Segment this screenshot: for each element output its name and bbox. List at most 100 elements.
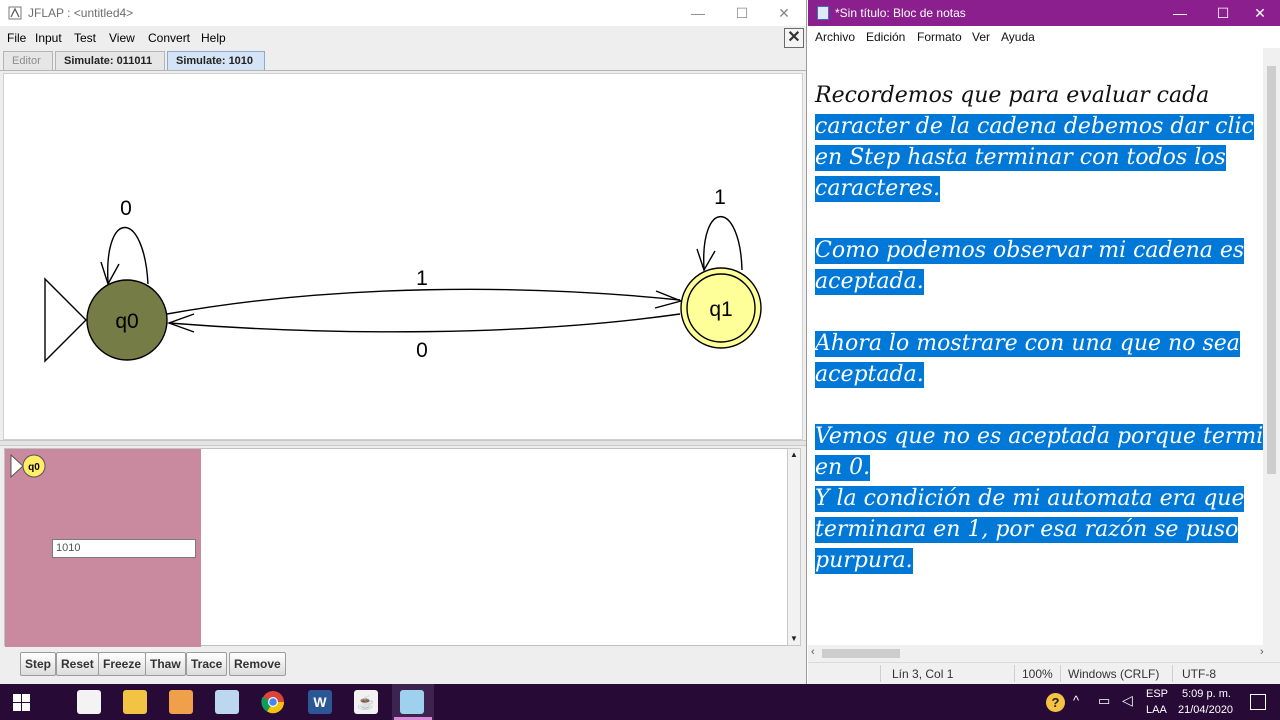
- menu-convert[interactable]: Convert: [148, 31, 190, 45]
- panel-splitter[interactable]: [0, 440, 806, 446]
- text-line: caracter de la cadena debemos dar clic: [815, 111, 1254, 142]
- jflap-window: JFLAP : <untitled4> — ☐ ✕ File Input Tes…: [0, 0, 807, 684]
- notepad-app-icon: [817, 6, 829, 20]
- text-line-content: Vemos que no es aceptada porque termina: [815, 424, 1263, 450]
- text-line: Ahora lo mostrare con una que no sea: [815, 328, 1240, 359]
- text-line-content: caracter de la cadena debemos dar clic: [815, 114, 1254, 140]
- text-line-content: Como podemos observar mi cadena es: [815, 238, 1245, 264]
- volume-icon[interactable]: ◁: [1122, 692, 1133, 709]
- state-q1-label: q1: [709, 298, 732, 321]
- language-indicator[interactable]: ESP: [1146, 688, 1168, 700]
- notepad-horizontal-scrollbar[interactable]: ‹ ›: [808, 645, 1280, 662]
- menu-formato[interactable]: Formato: [917, 30, 962, 44]
- close-window-button[interactable]: ✕: [1238, 0, 1280, 26]
- scroll-right-arrow-icon[interactable]: ›: [1260, 646, 1264, 658]
- text-line-content: caracteres.: [815, 176, 941, 202]
- text-line: aceptada.: [815, 359, 924, 390]
- reset-button[interactable]: Reset: [56, 652, 99, 676]
- notepad-vertical-scrollbar[interactable]: [1263, 48, 1280, 645]
- minimize-button[interactable]: —: [676, 0, 720, 26]
- trace-button[interactable]: Trace: [186, 652, 228, 676]
- horizontal-scroll-thumb[interactable]: [822, 649, 900, 658]
- config-state-icon: q0: [10, 454, 46, 479]
- status-divider: [880, 665, 881, 682]
- scroll-down-arrow-icon[interactable]: ▼: [788, 633, 800, 645]
- config-state-label: q0: [28, 462, 40, 473]
- menu-ver[interactable]: Ver: [972, 30, 990, 44]
- text-line: caracteres.: [815, 173, 941, 204]
- word-icon[interactable]: W: [308, 690, 332, 714]
- jflap-icon[interactable]: [400, 690, 424, 714]
- menu-test[interactable]: Test: [74, 31, 96, 45]
- menu-ayuda[interactable]: Ayuda: [1001, 30, 1035, 44]
- arrowhead-q0-q0: [100, 261, 120, 286]
- help-icon[interactable]: ?: [1046, 693, 1065, 712]
- minimize-button[interactable]: —: [1158, 0, 1202, 26]
- jflap-menu-bar: File Input Test View Convert Help: [0, 26, 806, 50]
- status-divider: [1060, 665, 1061, 682]
- notifications-icon[interactable]: [1250, 694, 1266, 710]
- text-line: terminara en 1, por esa razón se puso: [815, 514, 1239, 545]
- notepad-text-area[interactable]: Recordemos que para evaluar cada caracte…: [808, 48, 1263, 645]
- status-divider: [1172, 665, 1173, 682]
- maximize-button[interactable]: ☐: [720, 0, 764, 26]
- menu-edicion[interactable]: Edición: [866, 30, 905, 44]
- text-line: en Step hasta terminar con todos los: [815, 142, 1226, 173]
- encoding: UTF-8: [1182, 667, 1216, 681]
- configuration-box[interactable]: q0 1010: [5, 449, 201, 647]
- transition-q1-q1: [703, 215, 743, 271]
- transition-label-q1-q0: 0: [416, 339, 428, 362]
- jflap-title-bar[interactable]: JFLAP : <untitled4> — ☐ ✕: [0, 0, 806, 26]
- text-line-content: Recordemos que para evaluar cada: [815, 83, 1210, 108]
- close-document-button[interactable]: ✕: [784, 28, 804, 48]
- simulation-scrollbar[interactable]: ▲ ▼: [787, 448, 801, 646]
- line-endings: Windows (CRLF): [1068, 667, 1160, 681]
- thaw-button[interactable]: Thaw: [145, 652, 186, 676]
- clock-date[interactable]: 21/04/2020: [1178, 704, 1233, 716]
- text-line-content: en 0.: [815, 455, 871, 481]
- tab-divider: [0, 70, 806, 71]
- text-line-content: aceptada.: [815, 269, 924, 295]
- scroll-up-arrow-icon[interactable]: ▲: [788, 449, 800, 461]
- menu-input[interactable]: Input: [35, 31, 62, 45]
- keyboard-layout[interactable]: LAA: [1146, 704, 1167, 716]
- media-player-icon[interactable]: [169, 690, 193, 714]
- transition-label-q0-q0: 0: [120, 197, 132, 220]
- transition-label-q0-q1: 1: [416, 267, 428, 290]
- tab-editor[interactable]: Editor: [3, 51, 53, 71]
- scroll-left-arrow-icon[interactable]: ‹: [811, 646, 815, 658]
- automaton-canvas[interactable]: q0 q1 0 1 1 0: [3, 73, 803, 440]
- vertical-scroll-thumb[interactable]: [1267, 66, 1276, 474]
- network-icon[interactable]: ▭: [1098, 693, 1110, 709]
- cursor-position: Lín 3, Col 1: [892, 667, 954, 681]
- close-window-button[interactable]: ✕: [762, 0, 806, 26]
- tab-simulate-011011[interactable]: Simulate: 011011: [55, 51, 165, 71]
- menu-file[interactable]: File: [7, 31, 26, 45]
- initial-state-marker: [44, 277, 87, 363]
- chrome-icon[interactable]: [261, 690, 285, 714]
- store-icon[interactable]: [77, 690, 101, 714]
- text-line: purpura.: [815, 545, 913, 576]
- freeze-button[interactable]: Freeze: [98, 652, 147, 676]
- menu-archivo[interactable]: Archivo: [815, 30, 855, 44]
- state-q0-label: q0: [115, 310, 138, 333]
- text-line-content: Ahora lo mostrare con una que no sea: [815, 331, 1240, 357]
- java-icon[interactable]: ☕: [354, 690, 378, 714]
- box-app-icon[interactable]: [215, 690, 239, 714]
- notepad-title-bar[interactable]: *Sin título: Bloc de notas — ☐ ✕: [808, 0, 1280, 26]
- jflap-window-title: JFLAP : <untitled4>: [28, 6, 134, 20]
- menu-view[interactable]: View: [109, 31, 135, 45]
- step-button[interactable]: Step: [20, 652, 57, 676]
- file-explorer-icon[interactable]: [123, 690, 147, 714]
- chevron-up-icon[interactable]: ^: [1073, 693, 1079, 708]
- taskbar: W ☕ ? ^ ▭ ◁ ESP LAA 5:09 p. m. 21/04/202…: [0, 684, 1280, 720]
- text-line-content: Y la condición de mi automata era que: [815, 486, 1245, 512]
- text-line: en 0.: [815, 452, 871, 483]
- menu-help[interactable]: Help: [201, 31, 226, 45]
- status-divider: [1014, 665, 1015, 682]
- clock-time[interactable]: 5:09 p. m.: [1182, 688, 1231, 700]
- start-icon[interactable]: [13, 694, 30, 711]
- tab-simulate-1010[interactable]: Simulate: 1010: [167, 51, 265, 71]
- remove-button[interactable]: Remove: [229, 652, 286, 676]
- config-input-string: 1010: [52, 539, 196, 558]
